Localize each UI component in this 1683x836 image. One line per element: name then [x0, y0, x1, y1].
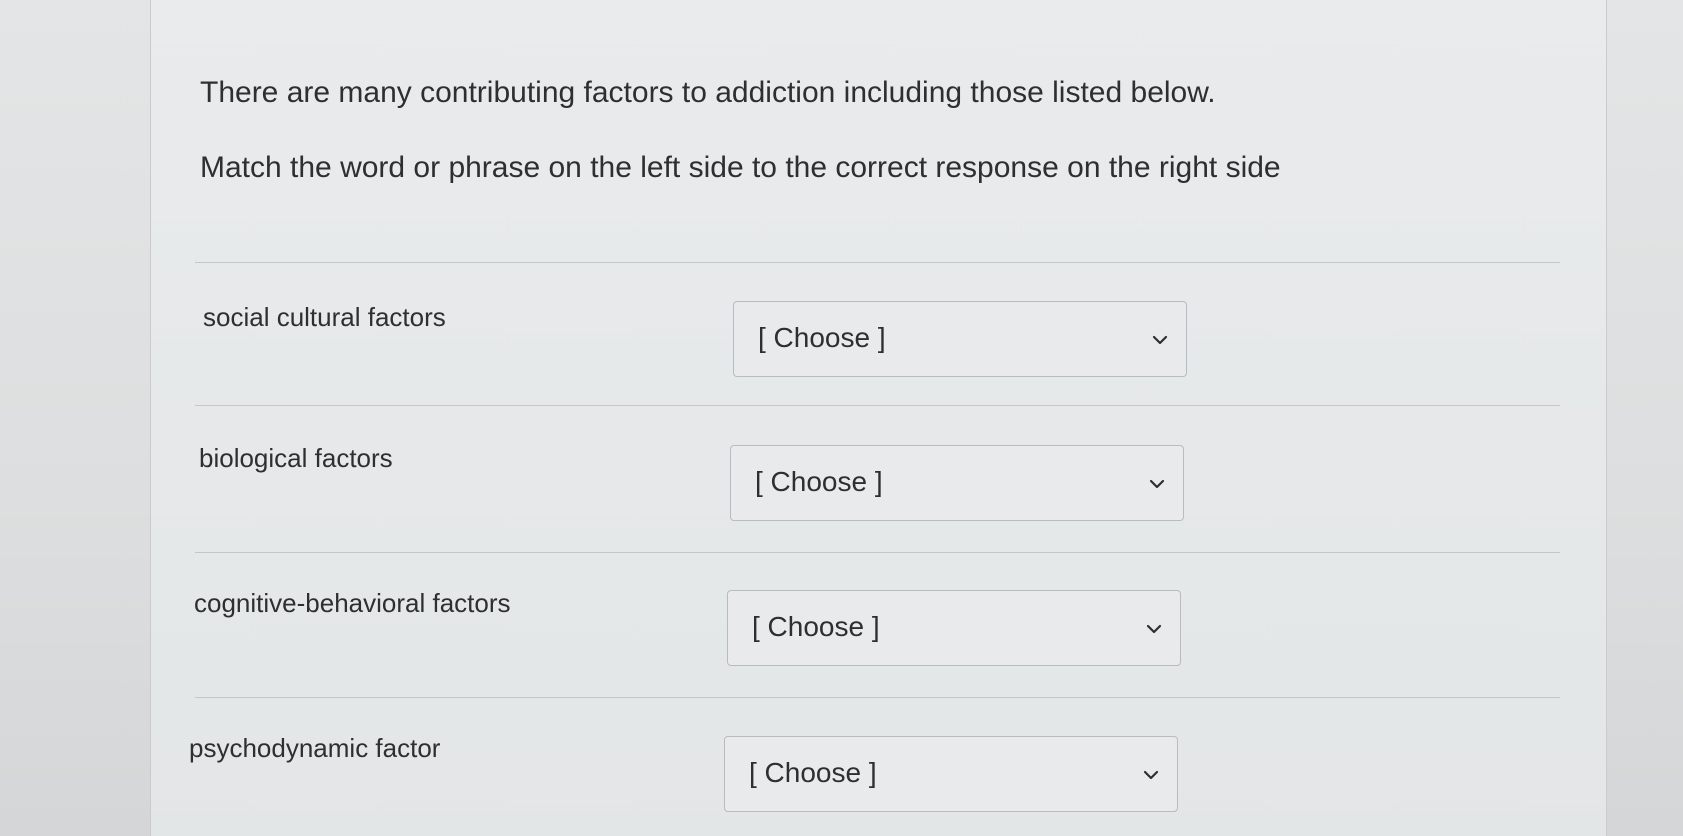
select-value: [ Choose ] — [758, 322, 886, 353]
match-label-biological: biological factors — [199, 443, 393, 473]
match-label-cognitive-behavioral: cognitive-behavioral factors — [194, 588, 511, 618]
question-intro: There are many contributing factors to a… — [200, 76, 1216, 109]
match-label-psychodynamic: psychodynamic factor — [189, 733, 441, 763]
question-instruction: Match the word or phrase on the left sid… — [200, 151, 1281, 184]
chevron-down-icon — [1146, 624, 1162, 634]
question-panel — [150, 0, 1607, 836]
answer-select-biological[interactable]: [ Choose ] — [730, 445, 1184, 521]
divider — [195, 405, 1560, 406]
divider — [195, 262, 1560, 263]
select-value: [ Choose ] — [752, 611, 880, 642]
answer-select-psychodynamic[interactable]: [ Choose ] — [724, 736, 1178, 812]
quiz-screen: There are many contributing factors to a… — [0, 0, 1683, 836]
select-value: [ Choose ] — [749, 757, 877, 788]
chevron-down-icon — [1143, 770, 1159, 780]
chevron-down-icon — [1152, 335, 1168, 345]
match-label-social-cultural: social cultural factors — [203, 302, 446, 332]
divider — [195, 552, 1560, 553]
select-value: [ Choose ] — [755, 466, 883, 497]
chevron-down-icon — [1149, 479, 1165, 489]
answer-select-social-cultural[interactable]: [ Choose ] — [733, 301, 1187, 377]
divider — [195, 697, 1560, 698]
answer-select-cognitive-behavioral[interactable]: [ Choose ] — [727, 590, 1181, 666]
